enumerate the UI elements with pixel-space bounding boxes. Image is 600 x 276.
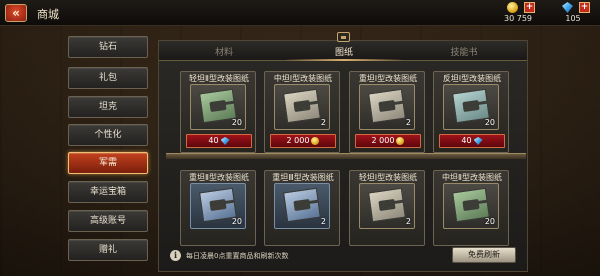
blueprint-icon (283, 88, 321, 124)
sidebar-item-gifts[interactable]: 赠礼 (68, 239, 148, 261)
add-gold-button[interactable]: + (524, 2, 535, 13)
product-image: 2 (274, 183, 330, 229)
product-name: 轻坦Ⅱ型改装图纸 (189, 74, 249, 83)
product-name: 轻坦Ⅰ型改装图纸 (358, 173, 418, 182)
product-image: 20 (190, 84, 246, 130)
product-quantity: 2 (405, 118, 411, 127)
product-card[interactable]: 重坦Ⅰ型改装图纸 2 2 000 (349, 71, 425, 153)
sidebar-item-tanks[interactable]: 坦克 (68, 96, 148, 118)
product-name: 重坦Ⅱ型改装图纸 (189, 173, 249, 182)
info-icon[interactable]: i (170, 250, 181, 261)
back-button[interactable]: « (5, 4, 27, 22)
page-title: 商城 (37, 8, 59, 21)
buy-button[interactable]: 40 (186, 134, 252, 148)
gold-coin-icon (396, 137, 405, 145)
diamond-icon (473, 137, 483, 145)
product-card[interactable]: 重坦Ⅱ型改装图纸 20 (180, 170, 256, 246)
buy-button[interactable]: 2 000 (355, 134, 421, 148)
blueprint-icon (368, 88, 406, 124)
sidebar-item-supplies[interactable]: 军需 (68, 152, 148, 174)
product-card[interactable]: 中坦Ⅰ型改装图纸 2 2 000 (264, 71, 340, 153)
free-refresh-button[interactable]: 免费刷新 (452, 247, 516, 263)
price-value: 40 (208, 136, 219, 145)
blueprint-icon (368, 187, 406, 223)
active-tab-underline (284, 59, 404, 61)
blueprint-icon (283, 187, 321, 223)
sidebar-item-customization[interactable]: 个性化 (68, 124, 148, 146)
buy-button[interactable]: 2 000 (270, 134, 336, 148)
product-name: 重坦Ⅲ型改装图纸 (272, 173, 334, 182)
tab-skill-books[interactable]: 技能书 (404, 45, 524, 58)
diamond-amount: 105 (565, 14, 581, 23)
price-value: 2 000 (371, 136, 395, 145)
reset-notice: 每日凌晨0点重置商品和刷新次数 (186, 252, 289, 260)
product-quantity: 2 (320, 217, 326, 226)
product-card[interactable]: 轻坦Ⅱ型改装图纸 20 40 (180, 71, 256, 153)
price-value: 40 (461, 136, 472, 145)
product-quantity: 20 (231, 217, 242, 226)
product-image: 2 (359, 84, 415, 130)
product-image: 20 (443, 183, 499, 229)
sidebar-item-diamonds[interactable]: 钻石 (68, 36, 148, 58)
product-image: 20 (190, 183, 246, 229)
product-image: 2 (359, 183, 415, 229)
buy-button[interactable]: 40 (439, 134, 505, 148)
shelf-divider (166, 153, 526, 159)
tab-marker-icon (337, 32, 350, 42)
product-card[interactable]: 反坦Ⅰ型改装图纸 20 40 (433, 71, 509, 153)
product-card[interactable]: 轻坦Ⅰ型改装图纸 2 (349, 170, 425, 246)
sidebar-item-lucky-chests[interactable]: 幸运宝箱 (68, 181, 148, 203)
diamond-icon (562, 2, 573, 13)
diamond-currency: + 105 (548, 2, 598, 24)
sidebar-item-premium-account[interactable]: 高级账号 (68, 210, 148, 232)
gold-coin-icon (507, 2, 518, 13)
double-chevron-left-icon: « (12, 6, 20, 20)
diamond-icon (220, 137, 230, 145)
price-value: 2 000 (286, 136, 310, 145)
shop-footer: i 每日凌晨0点重置商品和刷新次数 免费刷新 (158, 246, 528, 264)
sidebar-item-packs[interactable]: 礼包 (68, 67, 148, 89)
product-name: 中坦Ⅰ型改装图纸 (273, 74, 333, 83)
tab-materials[interactable]: 材料 (164, 45, 284, 58)
product-card[interactable]: 重坦Ⅲ型改装图纸 2 (264, 170, 340, 246)
product-image: 2 (274, 84, 330, 130)
product-quantity: 20 (484, 217, 495, 226)
tab-blueprints[interactable]: 图纸 (284, 45, 404, 58)
product-quantity: 2 (320, 118, 326, 127)
gold-currency: + 30 759 (493, 2, 543, 24)
product-quantity: 2 (405, 217, 411, 226)
product-name: 重坦Ⅰ型改装图纸 (358, 74, 418, 83)
product-image: 20 (443, 84, 499, 130)
top-bar: « 商城 + 30 759 + 105 (0, 0, 600, 26)
add-diamond-button[interactable]: + (579, 2, 590, 13)
gold-amount: 30 759 (504, 14, 532, 23)
product-name: 反坦Ⅰ型改装图纸 (442, 74, 502, 83)
product-name: 中坦Ⅱ型改装图纸 (442, 173, 502, 182)
product-quantity: 20 (231, 118, 242, 127)
product-quantity: 20 (484, 118, 495, 127)
tab-bar: 材料 图纸 技能书 (159, 32, 527, 61)
gold-coin-icon (311, 137, 320, 145)
product-card[interactable]: 中坦Ⅱ型改装图纸 20 (433, 170, 509, 246)
